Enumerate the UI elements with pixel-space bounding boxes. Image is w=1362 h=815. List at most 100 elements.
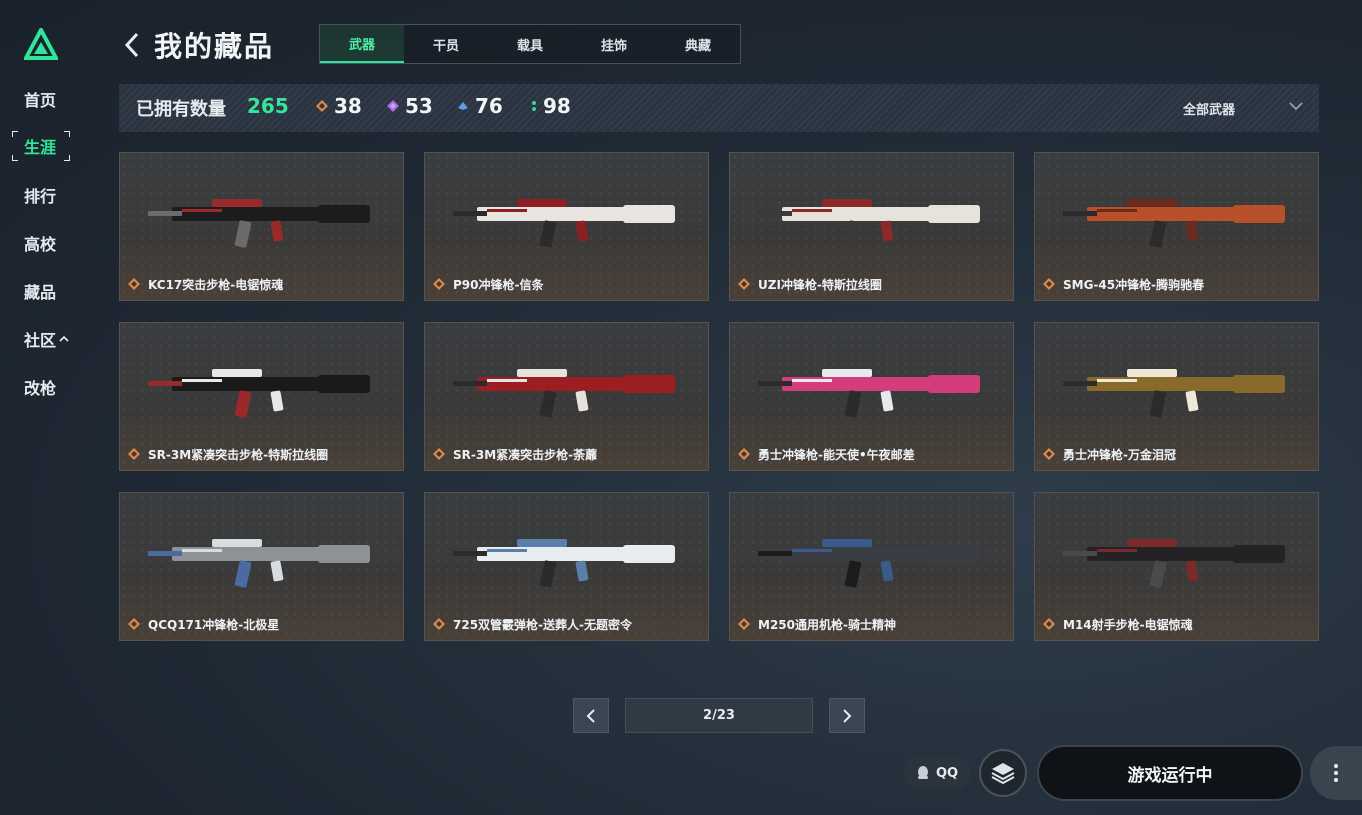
weapon-card[interactable]: 勇士冲锋枪-万金泪冠 [1034, 322, 1319, 471]
weapon-card[interactable]: SR-3M紧凑突击步枪-荼蘼 [424, 322, 709, 471]
prev-page-button[interactable] [573, 698, 609, 733]
sidebar: 首页 生涯 排行 高校 藏品 社区 改枪 [0, 0, 90, 815]
sidebar-item-career[interactable]: 生涯 [14, 131, 70, 161]
tab-collectibles[interactable]: 典藏 [656, 25, 740, 63]
rarity-orange-diamond-icon [1043, 278, 1055, 290]
rarity-orange-diamond-icon [1043, 448, 1055, 460]
chevron-right-icon [843, 708, 852, 723]
weapon-name: KC17突击步枪-电锯惊魂 [148, 278, 284, 292]
weapon-name: UZI冲锋枪-特斯拉线圈 [758, 278, 882, 292]
qq-status[interactable]: QQ [903, 757, 971, 789]
weapon-image [1063, 539, 1285, 588]
qq-penguin-icon [917, 766, 928, 779]
weapon-image [758, 369, 980, 418]
app-logo-icon[interactable] [24, 28, 58, 60]
sidebar-item-label: 首页 [24, 91, 57, 110]
qq-label: QQ [935, 765, 959, 781]
rarity-count-orange: 38 [316, 94, 362, 118]
sidebar-item-ranking[interactable]: 排行 [14, 180, 70, 210]
sidebar-item-label: 高校 [24, 235, 57, 254]
purple-diamond-icon [387, 100, 399, 112]
weapon-name: P90冲锋枪-信条 [453, 278, 544, 292]
layers-icon [991, 763, 1015, 785]
sidebar-item-label: 社区 [24, 331, 57, 350]
weapon-image [453, 539, 675, 588]
tab-weapons[interactable]: 武器 [320, 25, 404, 63]
weapon-image [758, 199, 980, 248]
rarity-count-value: 53 [405, 94, 433, 118]
weapon-name: SR-3M紧凑突击步枪-特斯拉线圈 [148, 448, 329, 462]
page-indicator: 2/23 [625, 698, 813, 733]
rarity-count-green: 98 [531, 94, 571, 118]
chevron-left-icon [586, 708, 595, 723]
rarity-orange-diamond-icon [433, 278, 445, 290]
tab-charms[interactable]: 挂饰 [572, 25, 656, 63]
weapon-card[interactable]: SMG-45冲锋枪-腾驹驰春 [1034, 152, 1319, 301]
rarity-count-purple: 53 [387, 94, 433, 118]
weapon-image [1063, 369, 1285, 418]
weapon-card[interactable]: KC17突击步枪-电锯惊魂 [119, 152, 404, 301]
sidebar-item-label: 改枪 [24, 379, 57, 398]
chevron-down-icon[interactable] [1288, 100, 1304, 112]
rarity-orange-diamond-icon [1043, 618, 1055, 630]
rarity-count-value: 76 [475, 94, 503, 118]
weapon-image [148, 369, 370, 418]
rarity-orange-diamond-icon [433, 618, 445, 630]
page-title: 我的藏品 [154, 30, 275, 63]
game-running-button[interactable]: 游戏运行中 [1037, 745, 1303, 801]
rarity-orange-diamond-icon [128, 618, 140, 630]
owned-count-total: 265 [247, 94, 289, 118]
sidebar-item-label: 排行 [24, 187, 57, 206]
weapon-name: QCQ171冲锋枪-北极星 [148, 618, 280, 632]
tab-vehicles[interactable]: 载具 [488, 25, 572, 63]
sidebar-item-community[interactable]: 社区 [14, 324, 70, 354]
weapon-card[interactable]: QCQ171冲锋枪-北极星 [119, 492, 404, 641]
next-page-button[interactable] [829, 698, 865, 733]
rarity-count-value: 38 [334, 94, 362, 118]
rarity-count-value: 98 [543, 94, 571, 118]
rarity-orange-diamond-icon [738, 448, 750, 460]
sidebar-item-label: 藏品 [24, 283, 57, 302]
weapon-image [758, 539, 980, 588]
rarity-orange-diamond-icon [738, 618, 750, 630]
weapon-card[interactable]: 勇士冲锋枪-能天使•午夜邮差 [729, 322, 1014, 471]
sidebar-item-gunsmith[interactable]: 改枪 [14, 372, 70, 402]
weapon-image [453, 369, 675, 418]
weapon-name: 725双管霰弹枪-送葬人-无题密令 [453, 618, 633, 632]
weapon-card[interactable]: M14射手步枪-电锯惊魂 [1034, 492, 1319, 641]
weapon-name: 勇士冲锋枪-能天使•午夜邮差 [758, 448, 915, 462]
sidebar-item-college[interactable]: 高校 [14, 228, 70, 258]
sidebar-item-collection[interactable]: 藏品 [14, 276, 70, 306]
weapon-filter-select[interactable]: 全部武器 [1183, 99, 1235, 118]
more-options-button[interactable] [1310, 746, 1362, 800]
weapon-image [1063, 199, 1285, 248]
owned-count-label: 已拥有数量 [136, 99, 226, 120]
weapon-card[interactable]: UZI冲锋枪-特斯拉线圈 [729, 152, 1014, 301]
rarity-count-blue: 76 [457, 94, 503, 118]
rarity-orange-diamond-icon [128, 278, 140, 290]
rarity-orange-diamond-icon [433, 448, 445, 460]
weapon-card[interactable]: SR-3M紧凑突击步枪-特斯拉线圈 [119, 322, 404, 471]
rarity-orange-diamond-icon [738, 278, 750, 290]
weapon-name: M14射手步枪-电锯惊魂 [1063, 618, 1193, 632]
sidebar-item-label: 生涯 [24, 138, 57, 157]
ownership-stats-bar: 已拥有数量 265 38 53 76 98 全部武器 [119, 84, 1319, 132]
sidebar-item-home[interactable]: 首页 [14, 84, 70, 114]
blue-diamond-icon [458, 102, 468, 110]
weapon-card[interactable]: P90冲锋枪-信条 [424, 152, 709, 301]
weapon-card[interactable]: M250通用机枪-骑士精神 [729, 492, 1014, 641]
weapon-image [148, 199, 370, 248]
category-tabs: 武器 干员 载具 挂饰 典藏 [319, 24, 741, 64]
weapon-name: 勇士冲锋枪-万金泪冠 [1063, 448, 1176, 462]
weapon-name: SMG-45冲锋枪-腾驹驰春 [1063, 278, 1205, 292]
weapon-card[interactable]: 725双管霰弹枪-送葬人-无题密令 [424, 492, 709, 641]
layers-button[interactable] [979, 749, 1027, 797]
back-arrow-icon[interactable] [122, 30, 142, 60]
chevron-up-icon [59, 335, 69, 342]
weapon-image [148, 539, 370, 588]
rarity-orange-diamond-icon [128, 448, 140, 460]
more-vertical-icon [1334, 764, 1338, 782]
weapon-image [453, 199, 675, 248]
tab-operators[interactable]: 干员 [404, 25, 488, 63]
weapon-name: M250通用机枪-骑士精神 [758, 618, 896, 632]
